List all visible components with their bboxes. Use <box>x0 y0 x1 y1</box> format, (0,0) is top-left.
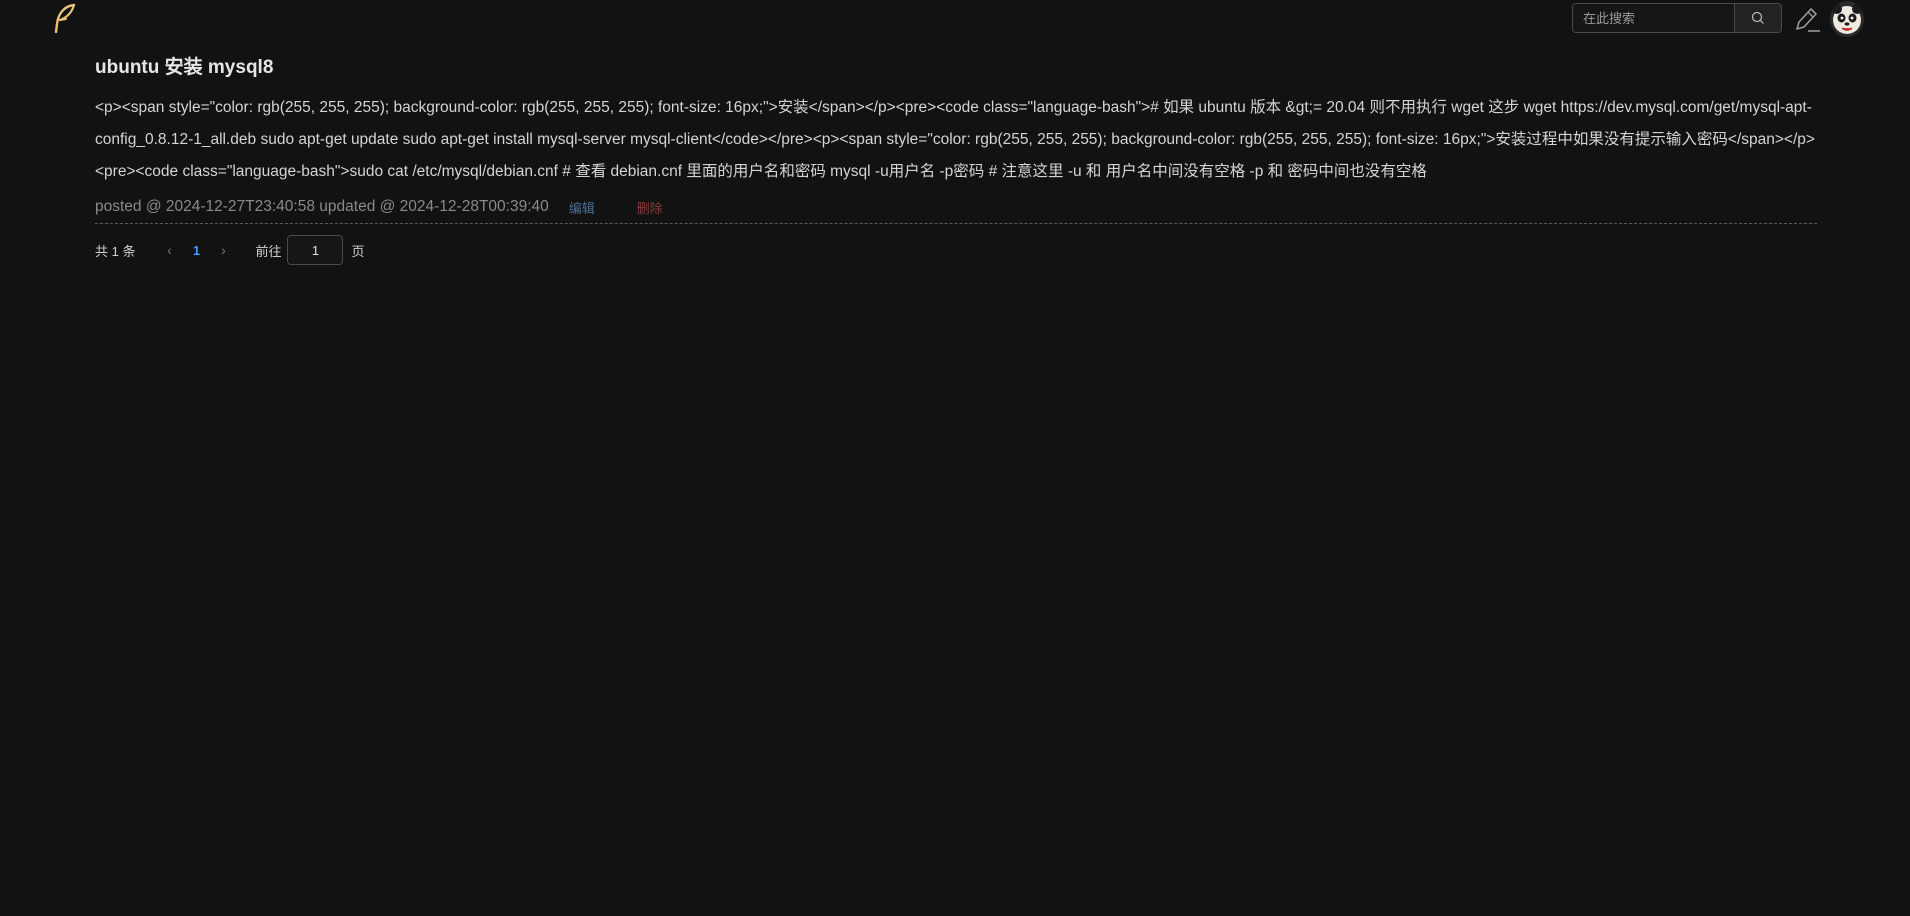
avatar[interactable] <box>1830 1 1864 37</box>
pagination: 共 1 条 ‹ 1 › 前往 页 <box>95 234 1817 266</box>
pagination-page-button[interactable]: 1 <box>181 243 211 258</box>
chevron-right-icon[interactable]: › <box>211 242 235 258</box>
edit-link[interactable]: 编辑 <box>569 198 595 217</box>
pagination-goto-label: 前往 <box>255 243 282 259</box>
feather-logo-icon[interactable] <box>50 2 80 34</box>
pagination-page-suffix: 页 <box>351 243 365 259</box>
search-icon <box>1751 11 1764 24</box>
post-item: ubuntu 安装 mysql8 <p><span style="color: … <box>95 54 1817 224</box>
top-bar <box>0 0 1910 44</box>
post-timestamps: posted @ 2024-12-27T23:40:58 updated @ 2… <box>95 198 549 215</box>
pagination-goto-input[interactable] <box>287 235 344 265</box>
post-excerpt: <p><span style="color: rgb(255, 255, 255… <box>95 99 1815 180</box>
write-post-pen-icon[interactable] <box>1792 5 1822 35</box>
post-title[interactable]: ubuntu 安装 mysql8 <box>95 54 1817 82</box>
post-meta: posted @ 2024-12-27T23:40:58 updated @ 2… <box>95 193 1817 224</box>
search-button[interactable] <box>1734 4 1781 32</box>
chevron-left-icon[interactable]: ‹ <box>157 242 181 258</box>
pagination-total: 共 1 条 <box>95 243 136 259</box>
search-box <box>1572 3 1782 33</box>
post-list: ubuntu 安装 mysql8 <p><span style="color: … <box>95 54 1817 266</box>
delete-link[interactable]: 删除 <box>637 198 663 217</box>
search-input[interactable] <box>1573 4 1734 32</box>
